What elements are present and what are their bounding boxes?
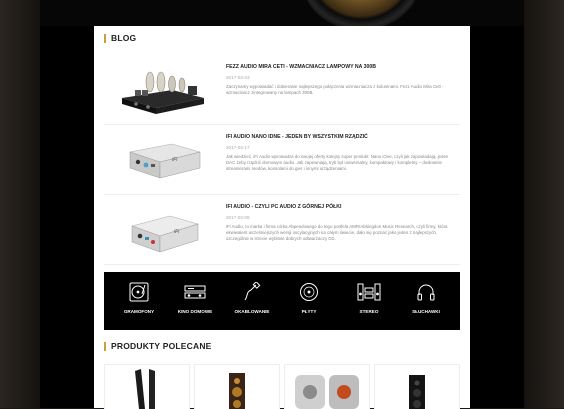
disc-icon [300,283,318,301]
svg-text:iFi: iFi [172,157,178,163]
svg-text:iFi: iFi [174,229,180,235]
blog-post[interactable]: FEZZ AUDIO MIRA CETI - WZMACNIACZ LAMPOW… [104,54,460,125]
post-title[interactable]: FEZZ AUDIO MIRA CETI - WZMACNIACZ LAMPOW… [226,64,376,70]
category-kino-domowe[interactable]: KINO DOMOWE [170,272,220,330]
blog-post[interactable]: iFi IFI AUDIO NANO IDNE - JEDEN BY WSZYS… [104,124,460,195]
post-thumbnail-amplifier[interactable] [112,60,212,120]
product-card[interactable] [104,364,190,409]
category-label: STEREO [359,309,379,314]
product-image-black-speaker [409,375,425,409]
title-accent-bar [104,33,106,43]
home-theater-icon [184,285,206,299]
category-label: SŁUCHAWKI [412,309,440,314]
cable-icon [244,282,261,301]
category-stereo[interactable]: STEREO [344,272,394,330]
post-date: 2017-03-23 [226,75,250,80]
post-excerpt: Zaczynamy wypowiadać i dobieranie najlep… [226,84,444,96]
category-okablowanie[interactable]: OKABLOWANIE [227,272,277,330]
product-card[interactable] [194,364,280,409]
products-title: PRODUKTY POLECANE [111,341,212,351]
main-content: BLOG FEZZ AUDIO MIRA CETI - WZMACNIACZ L… [94,26,470,409]
background-left [0,0,40,408]
post-thumbnail-dac[interactable]: iFi [112,130,212,190]
blog-post[interactable]: iFi IFI AUDIO - CZYLI PC AUDIO Z GÓRNEJ … [104,194,460,265]
products-section-title: PRODUKTY POLECANE [104,341,212,351]
post-title[interactable]: IFI AUDIO NANO IDNE - JEDEN BY WSZYSTKIM… [226,134,368,140]
product-image-bookshelf-speakers [295,375,359,409]
title-accent-bar [104,341,106,351]
post-title[interactable]: IFI AUDIO - CZYLI PC AUDIO Z GÓRNEJ PÓŁK… [226,204,341,210]
post-excerpt: iFi Audio, to marka i firma córka Abpend… [226,224,448,242]
header-strip [40,0,524,26]
category-label: OKABLOWANIE [234,309,270,314]
featured-products [104,364,460,409]
stereo-icon [357,283,381,301]
product-image-tower-speakers [135,369,155,409]
category-gramofony[interactable]: GRAMOFONY [114,272,164,330]
product-card[interactable] [284,364,370,409]
category-plyty[interactable]: PŁYTY [284,272,334,330]
category-sluchawki[interactable]: SŁUCHAWKI [401,272,451,330]
post-thumbnail-usb-dac[interactable]: iFi [112,200,212,260]
product-image-floorstanding-speaker [229,373,245,409]
background-right [524,0,564,408]
blog-title: BLOG [111,33,137,43]
post-excerpt: Jak wiedzieć, iFi Audio wprowadza do swo… [226,154,449,172]
blog-section-title: BLOG [104,33,136,43]
category-label: PŁYTY [301,309,317,314]
category-label: KINO DOMOWE [177,309,213,314]
post-date: 2017-03-09 [226,215,250,220]
headphones-icon [417,284,435,301]
post-date: 2017-03-17 [226,145,250,150]
product-card[interactable] [374,364,460,409]
category-band: GRAMOFONY KINO DOMOWE OKABLOWANIE PŁYTY … [104,272,460,330]
category-label: GRAMOFONY [123,309,155,314]
turntable-icon [129,282,149,302]
